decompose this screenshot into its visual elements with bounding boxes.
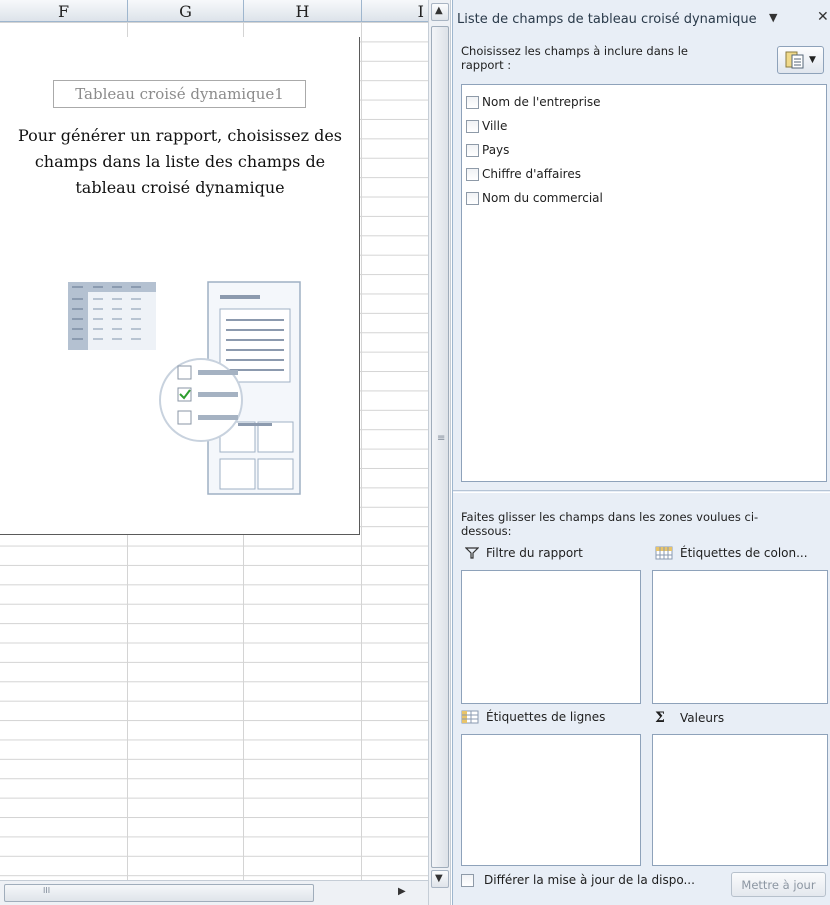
field-list-layout-button[interactable]: ▼ bbox=[777, 46, 824, 74]
pivot-field-list-pane: Liste de champs de tableau croisé dynami… bbox=[452, 0, 830, 905]
scroll-up-button[interactable]: ▲ bbox=[431, 3, 449, 21]
zone-header-column-labels: Étiquettes de colon... bbox=[655, 546, 808, 560]
horizontal-scrollbar[interactable]: III ▶ bbox=[0, 880, 428, 905]
zone-label: Valeurs bbox=[680, 711, 725, 725]
field-item-nom-commercial[interactable]: Nom du commercial bbox=[462, 186, 826, 210]
arrow-up-icon: ▲ bbox=[435, 5, 443, 16]
defer-update-option[interactable]: Différer la mise à jour de la dispo... bbox=[461, 873, 695, 887]
arrow-down-icon: ▼ bbox=[435, 873, 443, 884]
vertical-scroll-thumb[interactable]: ≡ bbox=[431, 26, 449, 868]
field-item-nom-entreprise[interactable]: Nom de l'entreprise bbox=[462, 90, 826, 114]
field-checkbox[interactable] bbox=[466, 191, 479, 205]
pane-splitter[interactable] bbox=[453, 490, 830, 493]
column-labels-icon bbox=[655, 546, 673, 560]
zone-label: Étiquettes de lignes bbox=[486, 710, 606, 724]
field-item-ville[interactable]: Ville bbox=[462, 114, 826, 138]
zone-label: Filtre du rapport bbox=[486, 546, 583, 560]
pivot-table-placeholder[interactable]: Tableau croisé dynamique1 Pour générer u… bbox=[0, 37, 360, 535]
field-label: Ville bbox=[482, 119, 508, 133]
drag-fields-label: Faites glisser les champs dans les zones… bbox=[461, 510, 759, 538]
scroll-grip: III bbox=[43, 886, 51, 895]
defer-update-checkbox[interactable] bbox=[461, 873, 474, 887]
field-list: Nom de l'entreprise Ville Pays Chiffre d… bbox=[461, 84, 827, 482]
horizontal-scroll-thumb[interactable]: III bbox=[4, 884, 314, 902]
spreadsheet-grid[interactable]: F G H I Tableau croisé dynamique1 Pour g… bbox=[0, 0, 428, 905]
zone-header-report-filter: Filtre du rapport bbox=[465, 546, 583, 560]
vertical-scrollbar[interactable]: ▲ ≡ ▼ bbox=[428, 0, 451, 905]
field-label: Nom du commercial bbox=[482, 191, 603, 205]
field-label: Pays bbox=[482, 143, 510, 157]
defer-update-label: Différer la mise à jour de la dispo... bbox=[484, 873, 695, 887]
zone-header-row-labels: Étiquettes de lignes bbox=[461, 710, 605, 724]
column-headers: F G H I bbox=[0, 0, 428, 22]
filter-icon bbox=[465, 547, 479, 559]
choose-fields-label: Choisissez les champs à inclure dans le … bbox=[461, 44, 688, 72]
gridline bbox=[361, 22, 362, 880]
column-labels-drop-zone[interactable] bbox=[652, 570, 828, 704]
pivot-table-name: Tableau croisé dynamique1 bbox=[53, 80, 306, 108]
zone-header-values: Σ Valeurs bbox=[655, 710, 724, 726]
pivot-illustration-icon bbox=[68, 281, 301, 495]
close-icon[interactable]: ✕ bbox=[817, 9, 829, 25]
scroll-right-arrow-icon[interactable]: ▶ bbox=[398, 886, 406, 897]
zone-label: Étiquettes de colon... bbox=[680, 546, 808, 560]
pivot-hint-text: Pour générer un rapport, choisissez des … bbox=[17, 126, 343, 197]
row-labels-icon bbox=[461, 710, 479, 724]
report-filter-drop-zone[interactable] bbox=[461, 570, 641, 704]
field-item-chiffre-affaires[interactable]: Chiffre d'affaires bbox=[462, 162, 826, 186]
field-label: Chiffre d'affaires bbox=[482, 167, 581, 181]
chevron-down-icon: ▼ bbox=[809, 55, 816, 65]
column-header-h[interactable]: H bbox=[244, 0, 362, 22]
field-label: Nom de l'entreprise bbox=[482, 95, 601, 109]
column-header-i[interactable]: I bbox=[362, 0, 428, 22]
sigma-icon: Σ bbox=[655, 710, 665, 726]
field-checkbox[interactable] bbox=[466, 119, 479, 133]
column-header-f[interactable]: F bbox=[0, 0, 128, 22]
update-button[interactable]: Mettre à jour bbox=[731, 872, 826, 897]
pane-options-dropdown-icon[interactable]: ▼ bbox=[769, 11, 777, 24]
field-checkbox[interactable] bbox=[466, 167, 479, 181]
values-drop-zone[interactable] bbox=[652, 734, 828, 866]
field-item-pays[interactable]: Pays bbox=[462, 138, 826, 162]
field-checkbox[interactable] bbox=[466, 143, 479, 157]
scroll-down-button[interactable]: ▼ bbox=[431, 870, 449, 888]
row-labels-drop-zone[interactable] bbox=[461, 734, 641, 866]
column-header-g[interactable]: G bbox=[128, 0, 244, 22]
pane-title: Liste de champs de tableau croisé dynami… bbox=[457, 11, 757, 27]
layout-icon bbox=[785, 51, 804, 69]
scroll-grip-icon: ≡ bbox=[437, 433, 446, 444]
field-checkbox[interactable] bbox=[466, 95, 479, 109]
